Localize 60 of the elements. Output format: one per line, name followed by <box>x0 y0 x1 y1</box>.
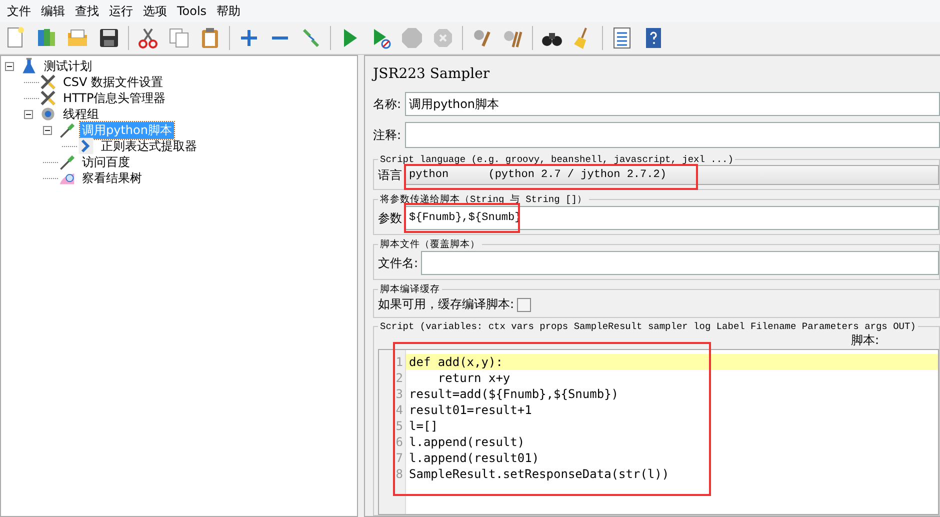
group-legend: Script (variables: ctx vars props SampleResult sampler log Label Filename Parameters args OUT) <box>378 321 918 332</box>
line-number: 2 <box>394 370 404 386</box>
config-icon <box>39 73 57 91</box>
line-number: 5 <box>394 418 404 434</box>
tree-item[interactable]: 线程组 <box>61 106 101 122</box>
menu-item[interactable]: 选项 <box>138 2 172 20</box>
collapse-toggle[interactable] <box>5 62 14 70</box>
filename-field[interactable] <box>421 251 939 275</box>
name-label: 名称: <box>373 96 402 112</box>
tree-item[interactable]: HTTP信息头管理器 <box>61 90 168 106</box>
code-line: result=add(${Fnumb},${Snumb}) <box>408 386 620 402</box>
comment-label: 注释: <box>373 126 402 144</box>
filename-label: 文件名: <box>378 254 418 272</box>
comment-field[interactable] <box>405 122 940 148</box>
group-legend: 脚本文件（覆盖脚本） <box>378 238 482 251</box>
sampler-icon <box>58 121 76 139</box>
group-legend: Script language (e.g. groovy, beanshell, javascript, jexl ...) <box>378 154 736 165</box>
line-number: 8 <box>394 466 404 482</box>
menu-item[interactable]: 运行 <box>104 2 138 20</box>
menu-item[interactable]: 查找 <box>70 2 104 20</box>
tree-item[interactable]: 察看结果树 <box>80 170 144 186</box>
language-dropdown[interactable]: python (python 2.7 / jython 2.7.2) <box>405 165 939 185</box>
menu-item[interactable]: 帮助 <box>212 2 246 20</box>
code-line: l.append(result) <box>408 434 526 450</box>
copy-icon[interactable] <box>167 26 191 50</box>
tree-item[interactable]: CSV 数据文件设置 <box>61 74 166 90</box>
tree-item[interactable]: 测试计划 <box>42 58 94 74</box>
sampler-icon <box>58 153 76 171</box>
line-number: 4 <box>394 402 404 418</box>
line-number: 1 <box>394 354 404 370</box>
code-line: l.append(result01) <box>408 450 540 466</box>
menu-item[interactable]: 文件 <box>2 2 36 20</box>
code-line: result01=result+1 <box>408 402 533 418</box>
collapse-toggle[interactable] <box>24 110 33 118</box>
collapse-toggle[interactable] <box>43 126 52 134</box>
code-line: l=[] <box>408 418 439 434</box>
cache-checkbox[interactable] <box>517 298 532 312</box>
cache-label: 如果可用，缓存编译脚本: <box>378 296 514 313</box>
line-number: 6 <box>394 434 404 450</box>
name-field[interactable]: 调用python脚本 <box>405 92 940 116</box>
line-number: 3 <box>394 386 404 402</box>
parameters-label: 参数 <box>378 210 402 226</box>
menu-item[interactable]: Tools <box>172 4 212 18</box>
parameters-field[interactable]: ${Fnumb},${Snumb} <box>405 206 939 230</box>
panel-title: JSR223 Sampler <box>373 66 491 82</box>
tree-item[interactable]: 正则表达式提取器 <box>99 138 199 154</box>
threadgroup-icon <box>39 105 57 123</box>
group-legend: 脚本编译缓存 <box>378 283 442 296</box>
config-icon <box>39 89 57 107</box>
language-label: 语言 <box>378 166 402 184</box>
plan-icon <box>20 57 38 75</box>
save-icon[interactable] <box>97 26 121 50</box>
extractor-icon <box>77 137 95 155</box>
cut-icon[interactable] <box>136 26 160 50</box>
tree-item[interactable]: 访问百度 <box>80 154 132 170</box>
menu-item[interactable]: 编辑 <box>36 2 70 20</box>
script-label: 脚本: <box>850 332 879 349</box>
code-line: return x+y <box>436 370 512 386</box>
code-line: SampleResult.setResponseData(str(l)) <box>408 466 670 482</box>
line-number: 7 <box>394 450 404 466</box>
